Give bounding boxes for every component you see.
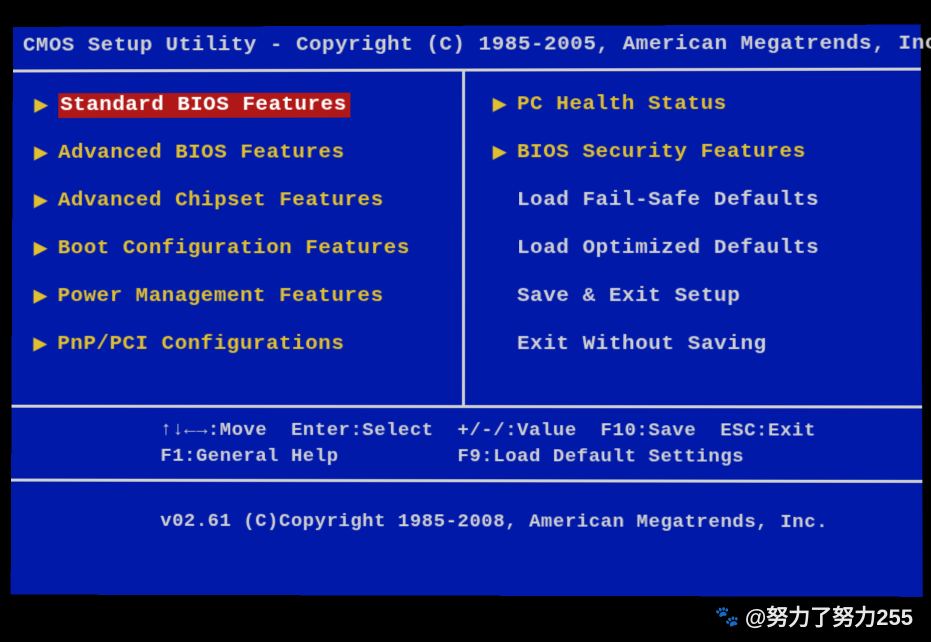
menu-item-label: Advanced BIOS Features [58, 141, 345, 164]
menu-item-left-5[interactable]: ▶ PnP/PCI Configurations [34, 331, 444, 357]
menu-item-label: Power Management Features [58, 285, 384, 308]
bios-footer: v02.61 (C)Copyright 1985-2008, American … [11, 482, 923, 544]
help-line-1: ↑↓←→:Move Enter:Select +/-/:Value F10:Sa… [160, 419, 816, 442]
menu-item-right-3[interactable]: ▶Load Optimized Defaults [493, 235, 903, 261]
menu-item-label: BIOS Security Features [517, 140, 806, 163]
menu-item-left-0[interactable]: ▶ Standard BIOS Features [34, 91, 444, 118]
menu-item-label: Load Optimized Defaults [517, 236, 819, 259]
help-bar: ↑↓←→:Move Enter:Select +/-/:Value F10:Sa… [11, 408, 922, 484]
menu-item-label: Load Fail-Safe Defaults [517, 188, 819, 211]
menu-item-left-3[interactable]: ▶ Boot Configuration Features [34, 235, 444, 261]
triangle-right-icon: ▶ [34, 190, 48, 211]
watermark: 🐾 @努力了努力255 [715, 600, 913, 632]
menu-column-right: ▶ PC Health Status ▶ BIOS Security Features… [465, 71, 922, 406]
help-line-2: F1:General Help F9:Load Default Settings [160, 444, 744, 467]
menu-item-right-2[interactable]: ▶Load Fail-Safe Defaults [493, 187, 903, 213]
triangle-right-icon: ▶ [34, 142, 48, 163]
menu-item-label: PnP/PCI Configurations [57, 332, 344, 355]
triangle-right-icon: ▶ [493, 142, 507, 163]
triangle-right-icon: ▶ [34, 286, 48, 307]
menu-item-left-4[interactable]: ▶ Power Management Features [34, 283, 444, 309]
menu-item-right-4[interactable]: ▶Save & Exit Setup [493, 283, 904, 309]
menu-item-right-0[interactable]: ▶ PC Health Status [493, 91, 903, 118]
paw-icon: 🐾 [715, 604, 740, 629]
menu-item-label: Advanced Chipset Features [58, 189, 384, 212]
bios-screen: CMOS Setup Utility - Copyright (C) 1985-… [11, 25, 923, 597]
triangle-right-icon: ▶ [34, 333, 48, 354]
bios-header: CMOS Setup Utility - Copyright (C) 1985-… [13, 25, 921, 70]
menu-item-right-1[interactable]: ▶ BIOS Security Features [493, 139, 903, 166]
triangle-right-icon: ▶ [493, 94, 507, 115]
menu-item-right-5[interactable]: ▶Exit Without Saving [493, 331, 904, 357]
menu-item-label: Boot Configuration Features [58, 237, 410, 260]
menu-item-left-1[interactable]: ▶ Advanced BIOS Features [34, 139, 444, 165]
triangle-right-icon: ▶ [34, 238, 48, 259]
menu-item-label: PC Health Status [517, 92, 727, 115]
menu-item-label: Standard BIOS Features [58, 92, 350, 117]
menu-item-left-2[interactable]: ▶ Advanced Chipset Features [34, 187, 444, 213]
menu-item-label: Save & Exit Setup [517, 284, 740, 307]
menu-column-left: ▶ Standard BIOS Features ▶ Advanced BIOS Fe… [11, 72, 465, 406]
menu-item-label: Exit Without Saving [517, 333, 767, 356]
main-menu-container: ▶ Standard BIOS Features ▶ Advanced BIOS Fe… [11, 68, 922, 409]
watermark-text: @努力了努力255 [745, 600, 913, 632]
triangle-right-icon: ▶ [34, 95, 48, 116]
